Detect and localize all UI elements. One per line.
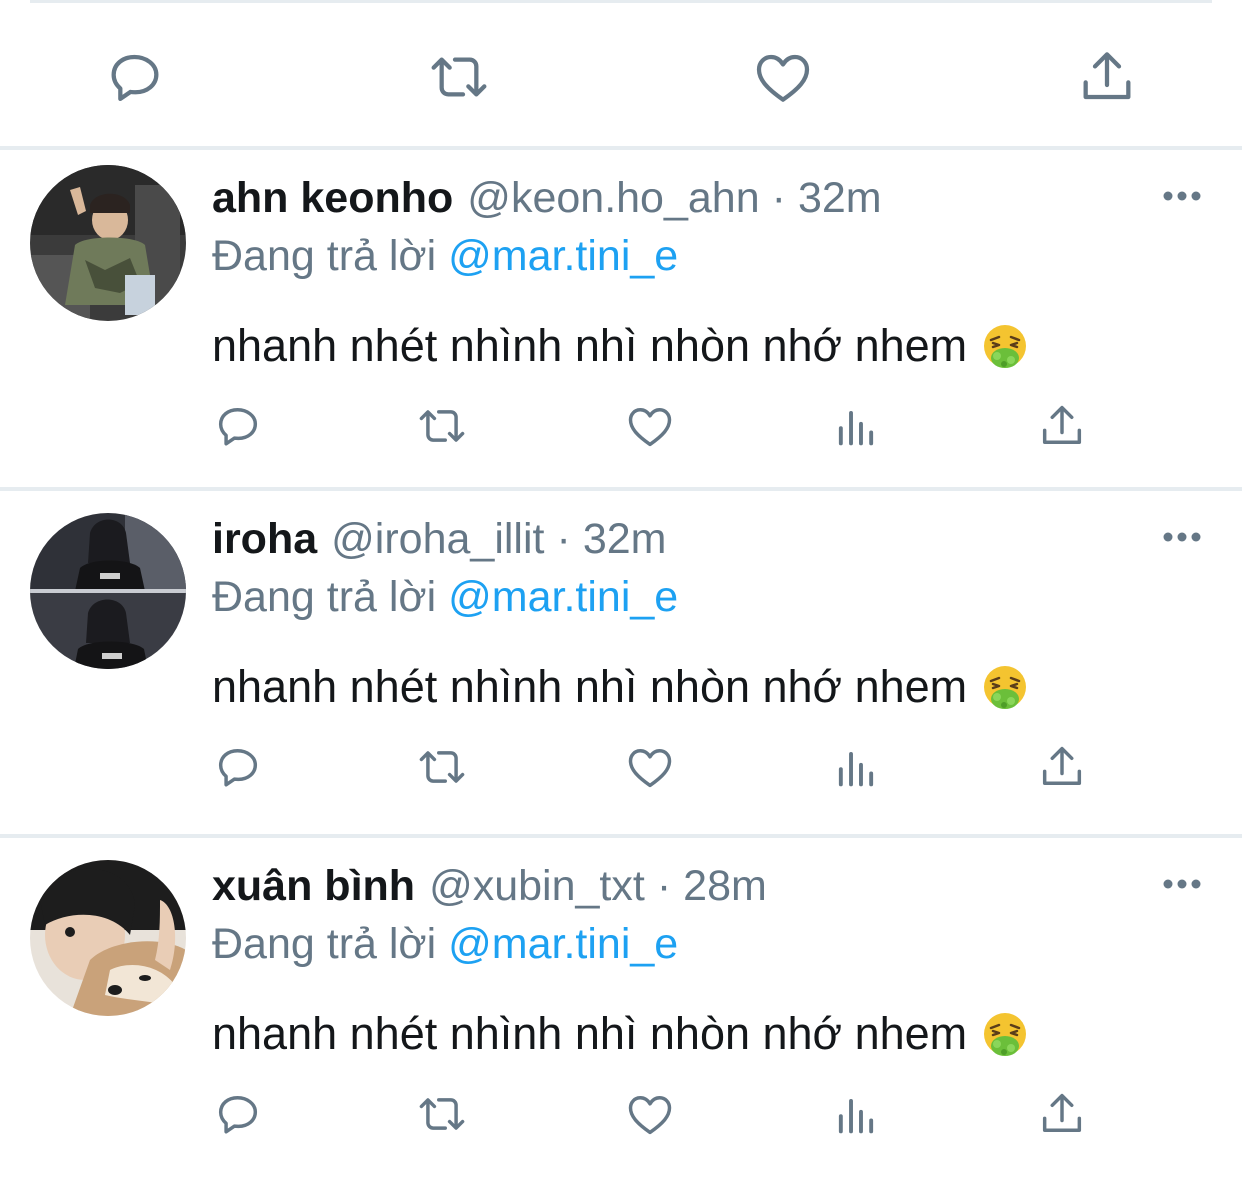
tweet-text-content: nhanh nhét nhình nhì nhòn nhớ nhem — [212, 320, 968, 371]
nauseated-face-icon — [984, 1013, 1027, 1056]
replying-to: Đang trả lời @mar.tini_e — [212, 569, 678, 625]
replying-prefix: Đang trả lời — [212, 573, 437, 621]
tweet-text: nhanh nhét nhình nhì nhòn nhớ nhem — [212, 657, 1029, 717]
reply-button[interactable] — [210, 739, 266, 795]
tweet-text: nhanh nhét nhình nhì nhòn nhớ nhem — [212, 316, 1029, 376]
analytics-button[interactable] — [828, 398, 884, 454]
share-button[interactable] — [1034, 739, 1090, 795]
separator-dot: · — [556, 515, 571, 563]
nauseated-face-icon — [984, 666, 1027, 709]
more-icon — [1163, 879, 1201, 889]
like-icon — [628, 1096, 672, 1135]
more-options-button[interactable] — [1152, 864, 1212, 904]
retweet-button[interactable] — [414, 398, 470, 454]
reply-icon — [218, 1096, 258, 1134]
more-options-button[interactable] — [1152, 517, 1212, 557]
share-button[interactable] — [1034, 398, 1090, 454]
retweet-icon — [419, 410, 465, 442]
like-icon — [628, 408, 672, 447]
avatar-image — [30, 165, 186, 321]
reply-icon — [111, 54, 159, 101]
analytics-icon — [838, 752, 874, 787]
tweet-thread: ahn keonho @keon.ho_ahn · 32m Đang trả l… — [0, 0, 1242, 1183]
retweet-icon — [419, 751, 465, 783]
separator-dot: · — [771, 174, 786, 222]
analytics-icon — [838, 1099, 874, 1134]
share-button[interactable] — [1072, 42, 1142, 112]
reply-tweet[interactable]: iroha @iroha_illit · 32m Đang trả lời @m… — [0, 491, 1242, 834]
avatar-image — [30, 513, 186, 669]
like-button[interactable] — [622, 739, 678, 795]
tweet-text-content: nhanh nhét nhình nhì nhòn nhớ nhem — [212, 1008, 968, 1059]
share-icon — [1042, 746, 1082, 785]
reply-button[interactable] — [210, 1086, 266, 1142]
share-icon — [1083, 52, 1131, 100]
reply-icon — [218, 408, 258, 446]
reply-header: iroha @iroha_illit · 32m — [212, 511, 666, 567]
tweet-actions — [0, 739, 1242, 799]
more-icon — [1163, 191, 1201, 201]
replying-prefix: Đang trả lời — [212, 232, 437, 280]
mention-link[interactable]: @mar.tini_e — [448, 232, 678, 280]
reply-tweet[interactable]: xuân bình @xubin_txt · 28m Đang trả lời … — [0, 838, 1242, 1181]
more-icon — [1163, 532, 1201, 542]
username[interactable]: @xubin_txt — [429, 858, 645, 914]
timestamp[interactable]: 32m — [583, 511, 667, 567]
avatar-image — [30, 860, 186, 1016]
replying-to: Đang trả lời @mar.tini_e — [212, 228, 678, 284]
timestamp[interactable]: 28m — [683, 858, 767, 914]
reply-button[interactable] — [210, 398, 266, 454]
like-button[interactable] — [622, 398, 678, 454]
nauseated-face-icon — [984, 325, 1027, 368]
like-button[interactable] — [622, 1086, 678, 1142]
analytics-button[interactable] — [828, 739, 884, 795]
avatar[interactable] — [30, 165, 186, 321]
avatar[interactable] — [30, 860, 186, 1016]
parent-tweet-actions — [0, 0, 1242, 146]
reply-icon — [218, 749, 258, 787]
retweet-button[interactable] — [414, 739, 470, 795]
display-name[interactable]: iroha — [212, 511, 317, 567]
share-button[interactable] — [1034, 1086, 1090, 1142]
mention-link[interactable]: @mar.tini_e — [448, 573, 678, 621]
display-name[interactable]: ahn keonho — [212, 170, 453, 226]
mention-link[interactable]: @mar.tini_e — [448, 920, 678, 968]
share-icon — [1042, 1093, 1082, 1132]
tweet-text: nhanh nhét nhình nhì nhòn nhớ nhem — [212, 1004, 1029, 1064]
like-icon — [628, 749, 672, 788]
more-options-button[interactable] — [1152, 176, 1212, 216]
like-icon — [756, 54, 810, 102]
display-name[interactable]: xuân bình — [212, 858, 415, 914]
tweet-text-content: nhanh nhét nhình nhì nhòn nhớ nhem — [212, 661, 968, 712]
analytics-button[interactable] — [828, 1086, 884, 1142]
retweet-icon — [431, 57, 487, 97]
retweet-icon — [419, 1098, 465, 1130]
separator-dot: · — [656, 862, 672, 910]
tweet-actions — [0, 398, 1242, 458]
reply-tweet[interactable]: ahn keonho @keon.ho_ahn · 32m Đang trả l… — [0, 150, 1242, 493]
retweet-button[interactable] — [424, 42, 494, 112]
retweet-button[interactable] — [414, 1086, 470, 1142]
analytics-icon — [838, 411, 874, 446]
username[interactable]: @keon.ho_ahn — [467, 170, 759, 226]
avatar[interactable] — [30, 513, 186, 669]
timestamp[interactable]: 32m — [798, 170, 882, 226]
username[interactable]: @iroha_illit — [331, 511, 544, 567]
like-button[interactable] — [748, 42, 818, 112]
replying-to: Đang trả lời @mar.tini_e — [212, 916, 678, 972]
replying-prefix: Đang trả lời — [212, 920, 437, 968]
reply-header: xuân bình @xubin_txt · 28m — [212, 858, 767, 914]
reply-button[interactable] — [100, 42, 170, 112]
tweet-actions — [0, 1086, 1242, 1146]
reply-header: ahn keonho @keon.ho_ahn · 32m — [212, 170, 882, 226]
share-icon — [1042, 405, 1082, 444]
